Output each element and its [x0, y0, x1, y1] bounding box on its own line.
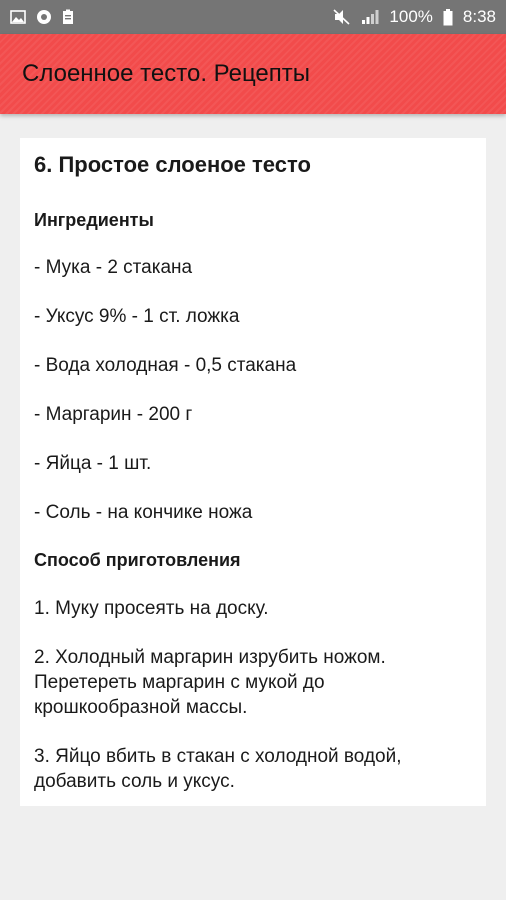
- mute-icon: [333, 9, 351, 25]
- list-item: 2. Холодный маргарин изрубить ножом. Пер…: [34, 647, 386, 718]
- status-left: [10, 9, 74, 25]
- list-item: - Яйца - 1 шт.: [34, 453, 152, 474]
- battery-percent: 100%: [389, 7, 433, 26]
- list-item: - Соль - на кончике ножа: [34, 502, 253, 523]
- list-item: 1. Муку просеять на доску.: [34, 598, 269, 619]
- battery-icon: [443, 8, 453, 26]
- ingredients-heading: Ингредиенты: [34, 210, 154, 230]
- status-right: 100% 8:38: [333, 7, 496, 27]
- clock: 8:38: [462, 7, 496, 26]
- method-heading: Способ приготовления: [34, 550, 241, 570]
- list-item: - Уксус 9% - 1 ст. ложка: [34, 306, 240, 327]
- recipe-card[interactable]: 6. Простое слоеное тесто Ингредиенты - М…: [20, 138, 486, 806]
- list-item: 3. Яйцо вбить в стакан с холодной водой,…: [34, 746, 402, 792]
- image-icon: [10, 10, 26, 24]
- list-item: - Вода холодная - 0,5 стакана: [34, 355, 297, 376]
- signal-icon: [361, 9, 379, 25]
- app-title: Слоенное тесто. Рецепты: [22, 60, 311, 87]
- circle-app-icon: [36, 9, 52, 25]
- recipe-title: 6. Простое слоеное тесто: [34, 152, 311, 177]
- steps-list: 1. Муку просеять на доску. 2. Холодный м…: [34, 596, 472, 794]
- app-bar: Слоенное тесто. Рецепты: [0, 34, 506, 114]
- list-item: - Мука - 2 стакана: [34, 257, 193, 278]
- ingredients-list: - Мука - 2 стакана - Уксус 9% - 1 ст. ло…: [34, 256, 472, 525]
- clipboard-icon: [62, 9, 74, 25]
- status-bar: 100% 8:38: [0, 0, 506, 34]
- list-item: - Маргарин - 200 г: [34, 404, 193, 425]
